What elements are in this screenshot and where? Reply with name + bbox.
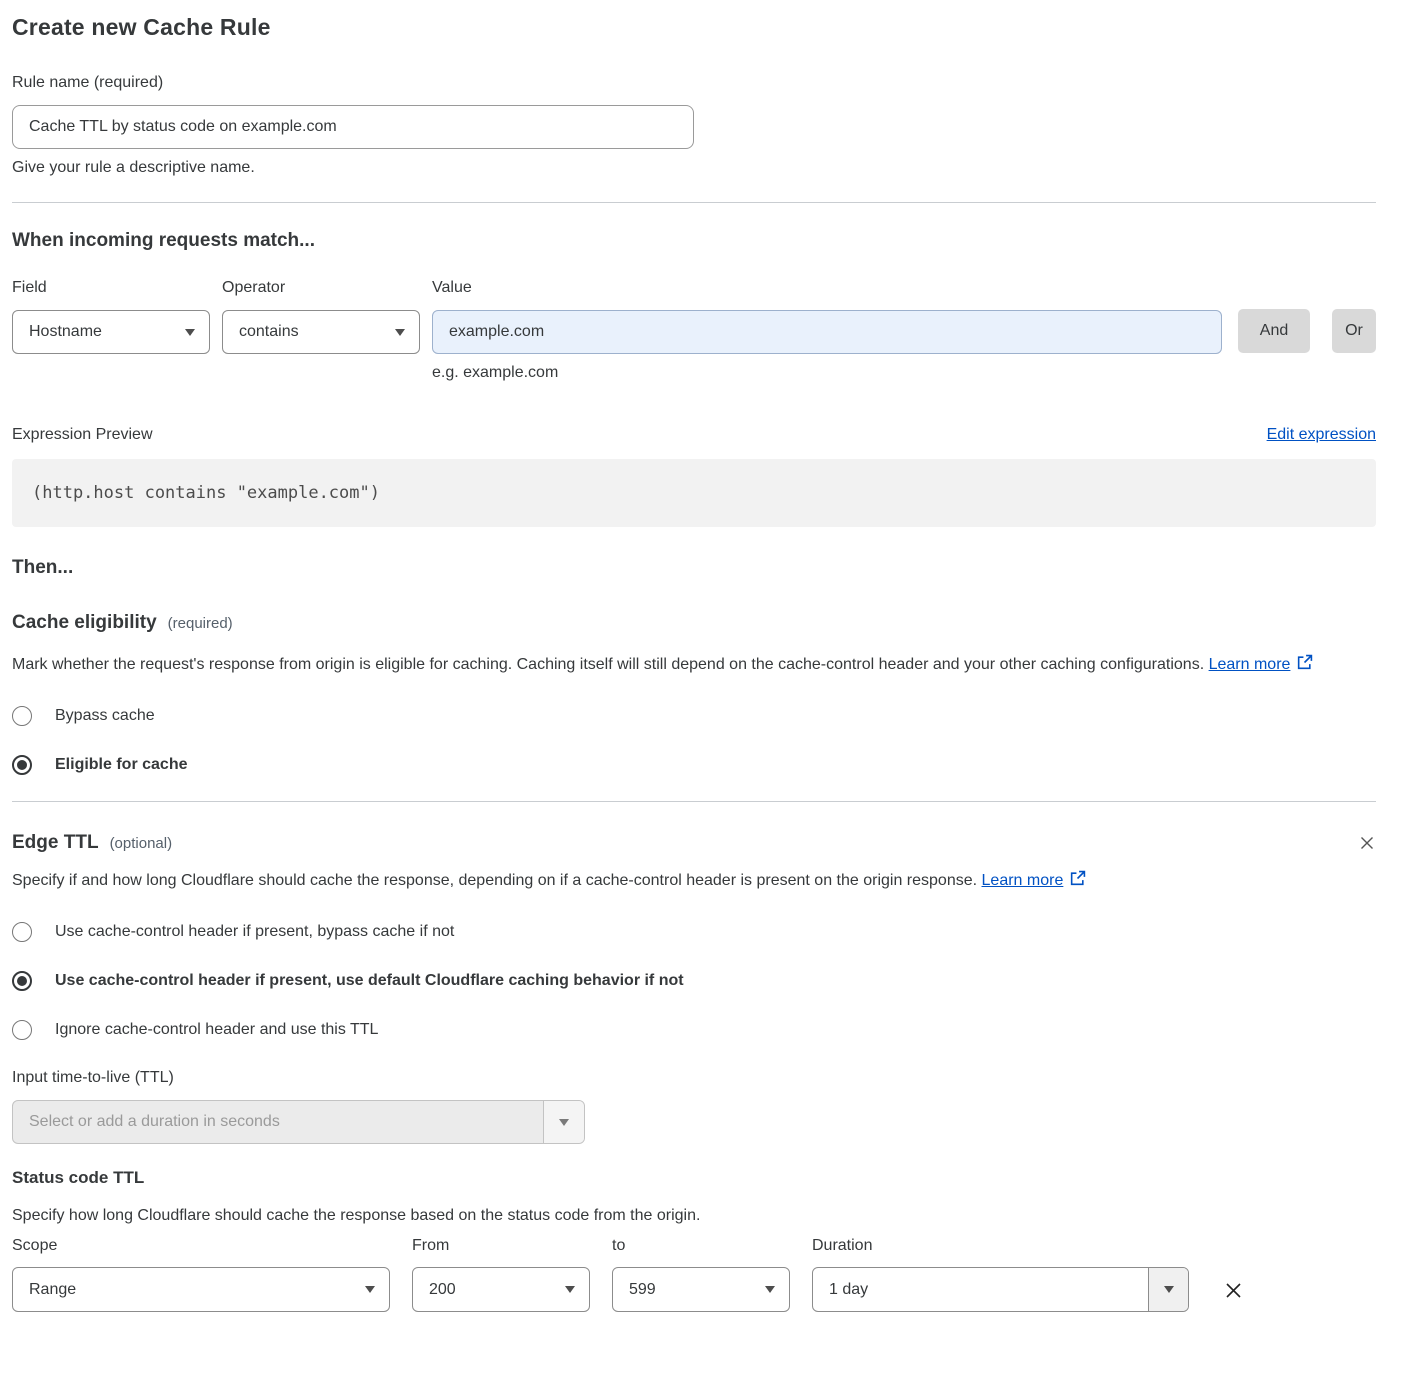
scope-select[interactable]: Range xyxy=(12,1267,390,1312)
radio-label[interactable]: Use cache-control header if present, use… xyxy=(55,972,684,990)
scope-select-value: Range xyxy=(29,1281,76,1299)
chevron-down-icon xyxy=(765,1286,775,1293)
close-icon[interactable] xyxy=(1358,834,1376,852)
radio-label[interactable]: Ignore cache-control header and use this… xyxy=(55,1021,378,1039)
scope-label: Scope xyxy=(12,1237,390,1255)
radio-unselected-icon[interactable] xyxy=(12,706,32,726)
cache-eligibility-heading: Cache eligibility xyxy=(12,612,157,634)
field-select[interactable]: Hostname xyxy=(12,310,210,354)
dropdown-button[interactable] xyxy=(543,1101,584,1143)
edge-ttl-heading: Edge TTL xyxy=(12,832,99,854)
chevron-down-icon xyxy=(565,1286,575,1293)
edge-ttl-heading-row: Edge TTL (optional) xyxy=(12,832,1376,854)
cache-eligibility-heading-row: Cache eligibility (required) xyxy=(12,612,1376,634)
edge-ttl-option-ignore[interactable]: Ignore cache-control header and use this… xyxy=(12,1020,1376,1040)
bypass-cache-option[interactable]: Bypass cache xyxy=(12,706,1376,726)
radio-label[interactable]: Use cache-control header if present, byp… xyxy=(55,923,454,941)
and-button[interactable]: And xyxy=(1238,309,1310,353)
ttl-select-placeholder: Select or add a duration in seconds xyxy=(13,1101,543,1143)
operator-label: Operator xyxy=(222,279,420,297)
operator-select-value: contains xyxy=(239,323,299,341)
chevron-down-icon xyxy=(395,329,405,336)
learn-more-link[interactable]: Learn more xyxy=(982,872,1064,889)
from-select-value: 200 xyxy=(429,1281,456,1299)
value-input[interactable] xyxy=(432,310,1222,354)
page-title: Create new Cache Rule xyxy=(12,14,1376,41)
rule-name-label: Rule name (required) xyxy=(12,74,1376,92)
radio-unselected-icon[interactable] xyxy=(12,1020,32,1040)
edge-ttl-option-bypass[interactable]: Use cache-control header if present, byp… xyxy=(12,922,1376,942)
then-heading: Then... xyxy=(12,557,1376,579)
radio-unselected-icon[interactable] xyxy=(12,922,32,942)
operator-select[interactable]: contains xyxy=(222,310,420,354)
remove-row-icon[interactable] xyxy=(1223,1280,1244,1301)
eligible-for-cache-option[interactable]: Eligible for cache xyxy=(12,755,1376,775)
duration-label: Duration xyxy=(812,1237,1189,1255)
radio-selected-icon[interactable] xyxy=(12,971,32,991)
cache-eligibility-description: Mark whether the request's response from… xyxy=(12,651,1352,681)
to-select-value: 599 xyxy=(629,1281,656,1299)
radio-label[interactable]: Eligible for cache xyxy=(55,756,187,774)
value-label: Value xyxy=(432,279,1222,297)
duration-select-value: 1 day xyxy=(813,1268,1148,1311)
expression-code: (http.host contains "example.com") xyxy=(12,459,1376,527)
and-or-buttons: And Or xyxy=(1238,309,1376,382)
create-cache-rule-form: Create new Cache Rule Rule name (require… xyxy=(0,0,1412,1312)
to-select[interactable]: 599 xyxy=(612,1267,790,1312)
match-heading: When incoming requests match... xyxy=(12,230,1376,252)
divider xyxy=(12,202,1376,203)
expression-preview-label: Expression Preview xyxy=(12,426,153,444)
expression-preview-row: Expression Preview Edit expression xyxy=(12,426,1376,444)
chevron-down-icon xyxy=(559,1119,569,1126)
rule-name-help: Give your rule a descriptive name. xyxy=(12,159,1376,177)
from-select[interactable]: 200 xyxy=(412,1267,590,1312)
rule-name-input[interactable] xyxy=(12,105,694,149)
edge-ttl-option-default[interactable]: Use cache-control header if present, use… xyxy=(12,971,1376,991)
status-code-ttl-heading: Status code TTL xyxy=(12,1168,1376,1188)
chevron-down-icon xyxy=(365,1286,375,1293)
status-code-ttl-description: Specify how long Cloudflare should cache… xyxy=(12,1207,1376,1225)
ttl-duration-select[interactable]: Select or add a duration in seconds xyxy=(12,1100,585,1144)
edit-expression-link[interactable]: Edit expression xyxy=(1267,426,1376,444)
edge-ttl-description: Specify if and how long Cloudflare shoul… xyxy=(12,867,1352,897)
optional-note: (optional) xyxy=(110,835,173,852)
match-builder-row: Field Hostname Operator contains Value e… xyxy=(12,279,1376,382)
edge-ttl-description-text: Specify if and how long Cloudflare shoul… xyxy=(12,872,977,889)
radio-selected-icon[interactable] xyxy=(12,755,32,775)
status-code-ttl-row: Scope Range From 200 to 599 Duration 1 d… xyxy=(12,1237,1376,1312)
field-label: Field xyxy=(12,279,210,297)
divider xyxy=(12,801,1376,802)
external-link-icon xyxy=(1296,658,1313,675)
external-link-icon xyxy=(1069,874,1086,891)
radio-label[interactable]: Bypass cache xyxy=(55,707,155,725)
dropdown-button[interactable] xyxy=(1148,1268,1188,1311)
or-button[interactable]: Or xyxy=(1332,309,1376,353)
learn-more-link[interactable]: Learn more xyxy=(1209,656,1291,673)
from-label: From xyxy=(412,1237,590,1255)
chevron-down-icon xyxy=(1164,1286,1174,1293)
to-label: to xyxy=(612,1237,790,1255)
cache-eligibility-description-text: Mark whether the request's response from… xyxy=(12,656,1204,673)
field-select-value: Hostname xyxy=(29,323,102,341)
required-note: (required) xyxy=(168,615,233,632)
ttl-input-label: Input time-to-live (TTL) xyxy=(12,1069,1376,1087)
duration-select[interactable]: 1 day xyxy=(812,1267,1189,1312)
chevron-down-icon xyxy=(185,329,195,336)
value-help: e.g. example.com xyxy=(432,364,1222,382)
